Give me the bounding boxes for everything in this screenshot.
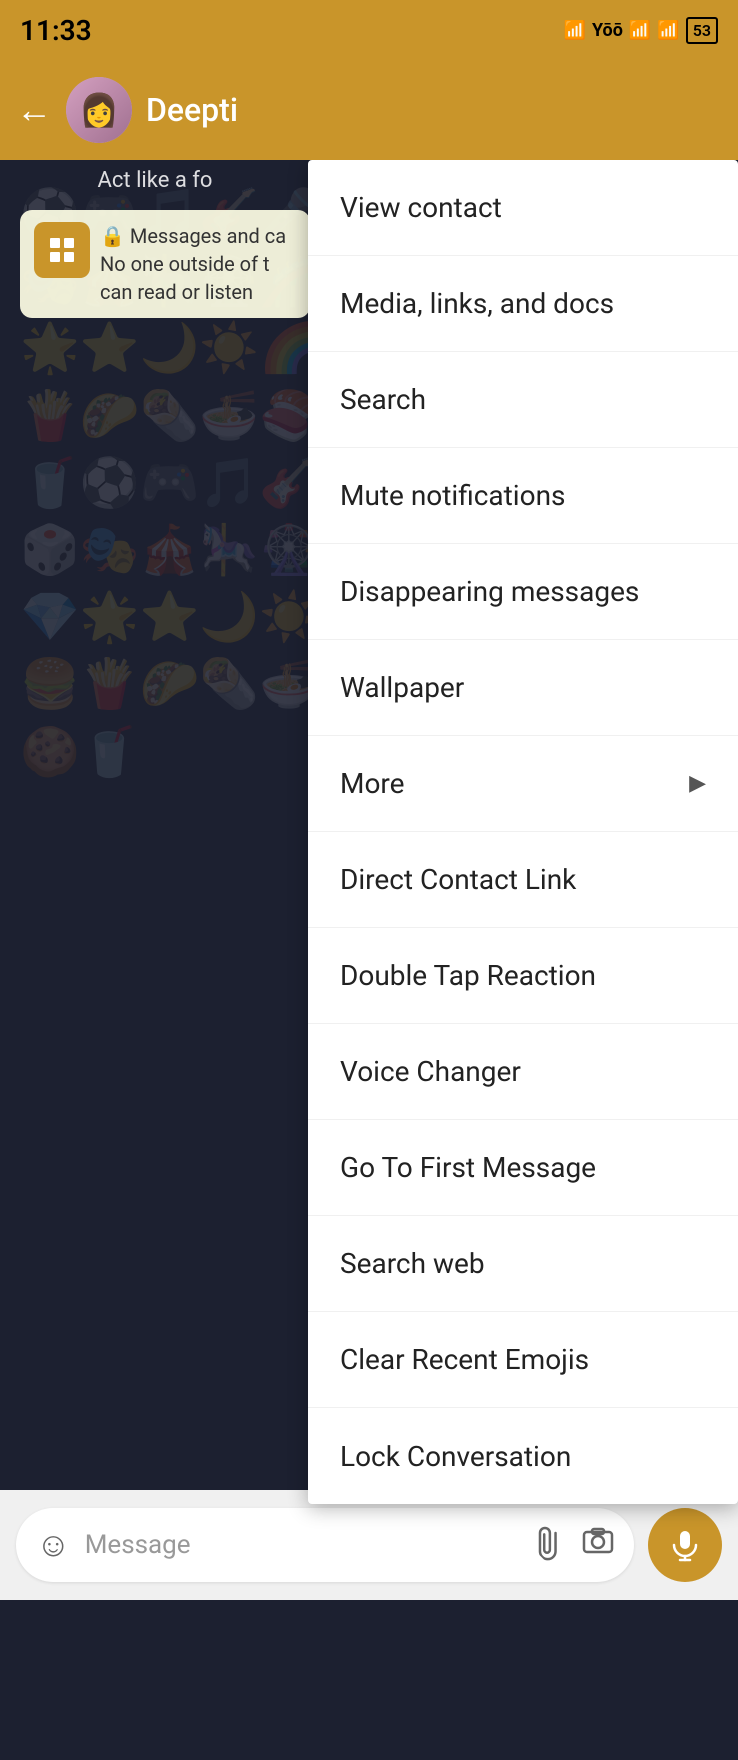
menu-item-double-tap-reaction[interactable]: Double Tap Reaction <box>308 928 738 1024</box>
menu-item-disappearing-messages[interactable]: Disappearing messages <box>308 544 738 640</box>
message-input[interactable]: Message <box>85 1530 522 1560</box>
menu-item-direct-contact-link[interactable]: Direct Contact Link <box>308 832 738 928</box>
input-bar: ☺ Message <box>0 1490 738 1600</box>
menu-item-search-web[interactable]: Search web <box>308 1216 738 1312</box>
subtitle-text: Act like a fo <box>98 168 213 193</box>
message-input-container: ☺ Message <box>16 1508 634 1582</box>
menu-item-more[interactable]: More ▶ <box>308 736 738 832</box>
attach-button[interactable] <box>527 1520 578 1571</box>
emoji-button[interactable]: ☺ <box>36 1525 71 1565</box>
network-icon: Yōō <box>592 20 623 41</box>
menu-item-wallpaper[interactable]: Wallpaper <box>308 640 738 736</box>
status-bar: 11:33 📶 Yōō 📶 📶 53 <box>0 0 738 60</box>
encryption-text: 🔒 Messages and caNo one outside of tcan … <box>100 222 286 306</box>
subtitle-bar: Act like a fo <box>0 160 310 197</box>
app-bar: ← 👩 Deepti <box>0 60 738 160</box>
signal-icon-2: 📶 <box>657 20 679 41</box>
mic-button[interactable] <box>648 1508 722 1582</box>
encryption-icon <box>34 222 90 278</box>
menu-item-go-to-first-message[interactable]: Go To First Message <box>308 1120 738 1216</box>
contact-avatar[interactable]: 👩 <box>66 77 132 143</box>
menu-item-media-links-docs[interactable]: Media, links, and docs <box>308 256 738 352</box>
dropdown-menu: View contact Media, links, and docs Sear… <box>308 160 738 1504</box>
status-icons: 📶 Yōō 📶 📶 53 <box>564 17 718 44</box>
menu-item-mute-notifications[interactable]: Mute notifications <box>308 448 738 544</box>
menu-item-lock-conversation[interactable]: Lock Conversation <box>308 1408 738 1504</box>
wifi-icon: 📶 <box>564 20 586 41</box>
signal-icon-1: 📶 <box>629 20 651 41</box>
menu-item-clear-recent-emojis[interactable]: Clear Recent Emojis <box>308 1312 738 1408</box>
more-chevron-icon: ▶ <box>689 771 706 796</box>
battery-icon: 53 <box>686 17 718 44</box>
menu-item-view-contact[interactable]: View contact <box>308 160 738 256</box>
camera-button[interactable] <box>582 1525 614 1565</box>
menu-item-voice-changer[interactable]: Voice Changer <box>308 1024 738 1120</box>
encryption-notice: 🔒 Messages and caNo one outside of tcan … <box>20 210 310 318</box>
back-button[interactable]: ← <box>16 92 52 128</box>
status-time: 11:33 <box>20 14 92 47</box>
menu-item-search[interactable]: Search <box>308 352 738 448</box>
contact-name[interactable]: Deepti <box>146 91 722 129</box>
